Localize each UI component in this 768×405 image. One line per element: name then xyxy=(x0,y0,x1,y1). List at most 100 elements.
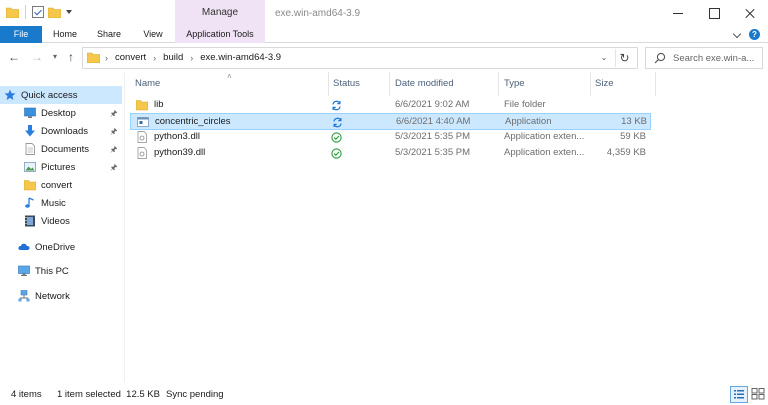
sync-icon xyxy=(333,117,342,128)
search-box[interactable] xyxy=(645,47,763,69)
column-divider[interactable] xyxy=(655,72,656,96)
context-tab-label: Manage xyxy=(201,7,239,18)
sidebar-item-convert[interactable]: convert xyxy=(0,176,122,194)
address-history-chevron-icon[interactable]: ⌄ xyxy=(597,50,611,66)
column-header-name[interactable]: Name xyxy=(135,72,160,96)
pin-icon[interactable]: 🖈 xyxy=(110,126,117,140)
breadcrumb-chevron-icon[interactable]: › xyxy=(105,53,108,63)
sidebar-item-label: Desktop xyxy=(41,107,76,119)
column-divider[interactable] xyxy=(328,72,329,96)
sidebar-item-downloads[interactable]: Downloads 🖈 xyxy=(0,122,122,140)
file-row-python39-dll[interactable]: python39.dll 5/3/2021 5:35 PM Applicatio… xyxy=(130,145,651,162)
file-name: lib xyxy=(154,99,164,110)
pin-icon[interactable]: 🖈 xyxy=(110,144,117,158)
file-row-lib[interactable]: lib 6/6/2021 9:02 AM File folder xyxy=(130,97,651,114)
column-divider[interactable] xyxy=(389,72,390,96)
tab-share[interactable]: Share xyxy=(90,26,128,43)
sidebar-item-desktop[interactable]: Desktop 🖈 xyxy=(0,104,122,122)
tab-application-tools[interactable]: Application Tools xyxy=(175,26,265,43)
sidebar-item-label: convert xyxy=(41,179,73,191)
column-divider[interactable] xyxy=(498,72,499,96)
sidebar-item-music[interactable]: Music xyxy=(0,194,122,212)
ribbon-controls: ? xyxy=(733,29,760,40)
breadcrumb-chevron-icon[interactable]: › xyxy=(190,53,193,63)
details-view-icon xyxy=(734,390,744,399)
properties-check-icon[interactable] xyxy=(32,6,44,18)
customize-toolbar-chevron-icon[interactable] xyxy=(65,8,73,16)
file-size: 4,359 KB xyxy=(606,147,646,158)
sync-status: Sync pending xyxy=(166,389,224,400)
breadcrumb-chevron-icon[interactable]: › xyxy=(153,53,156,63)
folder-icon xyxy=(24,180,36,191)
details-view-button[interactable] xyxy=(730,386,748,403)
sidebar-item-videos[interactable]: Videos xyxy=(0,212,122,230)
sidebar-item-this-pc[interactable]: This PC xyxy=(0,262,122,280)
pin-icon[interactable]: 🖈 xyxy=(110,162,117,176)
folder-icon xyxy=(87,52,100,63)
file-name: python39.dll xyxy=(154,147,206,158)
large-icons-view-icon xyxy=(751,388,765,400)
sidebar-item-documents[interactable]: Documents 🖈 xyxy=(0,140,122,158)
file-list: ˄ Name Status Date modified Type Size li… xyxy=(125,72,768,382)
sidebar-item-quick-access[interactable]: Quick access xyxy=(0,86,122,104)
column-header-status[interactable]: Status xyxy=(333,72,360,96)
expand-ribbon-chevron-icon[interactable] xyxy=(733,31,741,39)
item-count: 4 items xyxy=(11,389,42,400)
sidebar-item-label: Pictures xyxy=(41,161,76,173)
quick-access-toolbar xyxy=(6,5,73,19)
sidebar-item-pictures[interactable]: Pictures 🖈 xyxy=(0,158,122,176)
monitor-icon xyxy=(18,265,30,276)
help-icon[interactable]: ? xyxy=(749,29,760,40)
forward-arrow-icon[interactable]: → xyxy=(30,50,44,64)
file-date: 5/3/2021 5:35 PM xyxy=(395,147,470,158)
recent-locations-chevron-icon[interactable]: ▾ xyxy=(48,50,62,64)
file-type: Application exten... xyxy=(504,131,585,142)
tab-file[interactable]: File xyxy=(0,26,42,43)
file-row-python3-dll[interactable]: python3.dll 5/3/2021 5:35 PM Application… xyxy=(130,129,651,146)
close-button[interactable] xyxy=(732,0,768,26)
folder-icon[interactable] xyxy=(6,7,19,18)
up-arrow-icon[interactable]: ↑ xyxy=(64,50,78,64)
ribbon-tabs: File Home Share View Application Tools ? xyxy=(0,26,768,43)
window-title: exe.win-amd64-3.9 xyxy=(275,8,361,19)
sort-ascending-icon: ˄ xyxy=(227,72,232,81)
breadcrumb-item[interactable]: build xyxy=(163,52,183,63)
maximize-button[interactable] xyxy=(696,0,732,26)
back-arrow-icon[interactable]: ← xyxy=(7,50,21,64)
pin-icon[interactable]: 🖈 xyxy=(110,108,117,122)
dll-file-icon xyxy=(137,131,147,143)
sidebar-item-onedrive[interactable]: OneDrive xyxy=(0,238,122,256)
cloud-icon xyxy=(18,243,30,250)
file-date: 5/3/2021 5:35 PM xyxy=(395,131,470,142)
address-bar[interactable]: › convert › build › exe.win-amd64-3.9 ⌄ … xyxy=(82,47,638,69)
folder-icon xyxy=(136,100,148,111)
tab-home[interactable]: Home xyxy=(46,26,84,43)
search-input[interactable] xyxy=(673,51,761,66)
context-tab-header: Manage xyxy=(175,0,265,26)
synced-check-icon xyxy=(331,132,342,143)
column-header-size[interactable]: Size xyxy=(595,72,613,96)
sidebar-item-network[interactable]: Network xyxy=(0,287,122,305)
breadcrumb: › convert › build › exe.win-amd64-3.9 xyxy=(105,52,281,63)
picture-icon xyxy=(24,162,36,172)
sidebar-item-label: Network xyxy=(35,290,70,302)
column-header-date-modified[interactable]: Date modified xyxy=(395,72,454,96)
breadcrumb-item[interactable]: convert xyxy=(115,52,146,63)
refresh-icon[interactable]: ↻ xyxy=(615,49,633,67)
sidebar-item-label: Downloads xyxy=(41,125,88,137)
column-divider[interactable] xyxy=(590,72,591,96)
file-size: 59 KB xyxy=(620,131,646,142)
breadcrumb-item[interactable]: exe.win-amd64-3.9 xyxy=(200,52,281,63)
sidebar-item-label: This PC xyxy=(35,265,69,277)
tab-view[interactable]: View xyxy=(136,26,170,43)
window-controls xyxy=(660,0,768,26)
navigation-pane: Quick access Desktop 🖈 Downloads 🖈 Docum… xyxy=(0,72,124,382)
file-row-concentric-circles[interactable]: concentric_circles 6/6/2021 4:40 AM Appl… xyxy=(130,113,651,130)
large-icons-view-button[interactable] xyxy=(750,386,768,403)
minimize-button[interactable] xyxy=(660,0,696,26)
column-header-type[interactable]: Type xyxy=(504,72,525,96)
new-folder-icon[interactable] xyxy=(48,7,61,18)
navigation-bar: ← → ▾ ↑ › convert › build › exe.win-amd6… xyxy=(0,44,768,72)
sync-icon xyxy=(332,100,341,111)
sidebar-item-label: Videos xyxy=(41,215,70,227)
